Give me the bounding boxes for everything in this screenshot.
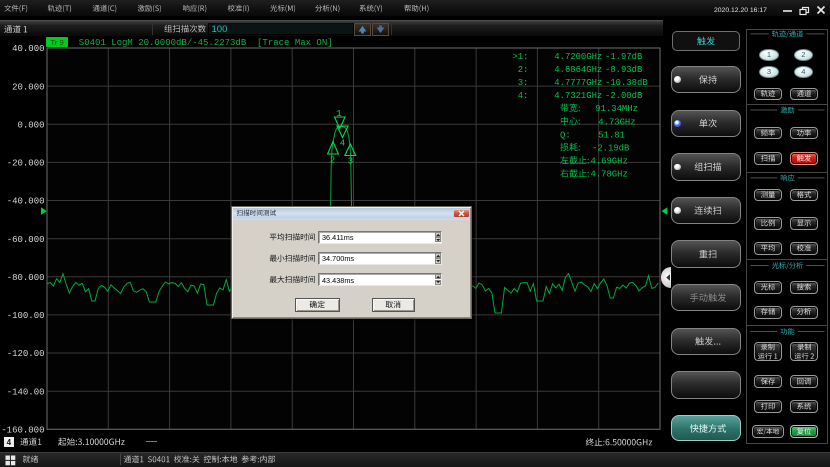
svg-text:4.7321GHz: 4.7321GHz: [554, 91, 602, 101]
svg-text:4.7777GHz: 4.7777GHz: [554, 78, 602, 88]
svg-text:4.6864GHz: 4.6864GHz: [554, 65, 602, 75]
svg-text:91.34MHz: 91.34MHz: [595, 104, 638, 114]
svg-text:20.000: 20.000: [12, 82, 44, 92]
svg-text:4:: 4:: [518, 91, 529, 101]
svg-text:1: 1: [336, 109, 341, 119]
svg-text:4: 4: [340, 139, 345, 149]
svg-text:3: 3: [348, 157, 353, 167]
svg-text:Q:: Q:: [560, 130, 571, 140]
svg-text:-140.00: -140.00: [7, 387, 45, 397]
svg-text:-100.00: -100.00: [7, 311, 45, 321]
svg-text:4.7200GHz: 4.7200GHz: [554, 52, 602, 62]
svg-text:-1.97dB: -1.97dB: [605, 52, 642, 62]
svg-text:3:: 3:: [518, 78, 529, 88]
svg-text:-120.00: -120.00: [7, 349, 45, 359]
svg-text:-2.19dB: -2.19dB: [592, 144, 629, 154]
svg-text:40.000: 40.000: [12, 44, 44, 54]
svg-text:-20.000: -20.000: [7, 159, 45, 169]
svg-text:>1:: >1:: [512, 52, 528, 62]
svg-text:51.81: 51.81: [598, 130, 625, 140]
svg-text:-40.000: -40.000: [7, 197, 45, 207]
svg-text:-8.93dB: -8.93dB: [605, 65, 642, 75]
svg-text:-160.000: -160.000: [1, 426, 44, 436]
svg-text:-60.000: -60.000: [7, 235, 45, 245]
svg-text:-10.38dB: -10.38dB: [605, 78, 648, 88]
svg-text:-80.000: -80.000: [7, 273, 45, 283]
svg-text:-2.00dB: -2.00dB: [605, 91, 642, 101]
svg-text:2:: 2:: [518, 65, 529, 75]
svg-text:0.000: 0.000: [17, 121, 44, 131]
svg-text:4.78GHz: 4.78GHz: [591, 170, 628, 180]
svg-text:4.73GHz: 4.73GHz: [598, 117, 635, 127]
svg-text:4.69GHz: 4.69GHz: [591, 157, 628, 167]
svg-text:2: 2: [330, 156, 335, 166]
